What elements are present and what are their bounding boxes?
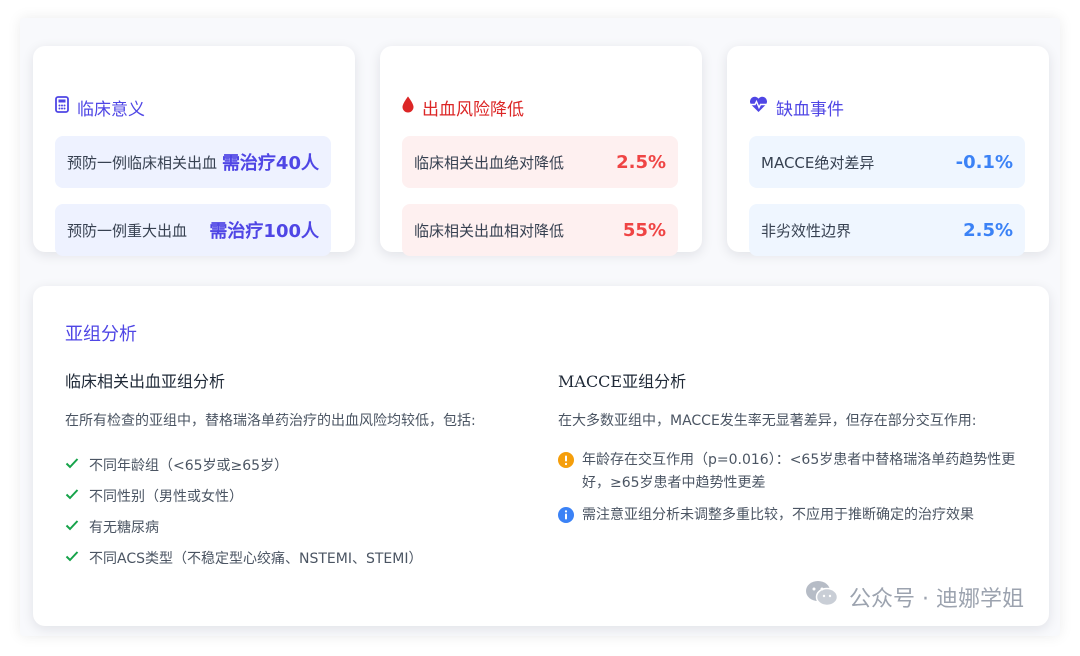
stat-value: 需治疗40人 — [221, 153, 319, 174]
list-item: 年龄存在交互作用（p=0.016）：<65岁患者中替格瑞洛单药趋势性更好，≥65… — [558, 449, 1028, 495]
card-title-text: 缺血事件 — [776, 100, 844, 120]
subgroup-list: 不同年龄组（<65岁或≥65岁） 不同性别（男性或女性） 有无糖尿病 不同ACS… — [65, 449, 525, 573]
list-item: 需注意亚组分析未调整多重比较，不应用于推断确定的治疗效果 — [558, 504, 1028, 531]
list-item-text: 年龄存在交互作用（p=0.016）：<65岁患者中替格瑞洛单药趋势性更好，≥65… — [582, 452, 1016, 491]
ischemic-events-card: 缺血事件 MACCE绝对差异 -0.1% 非劣效性边界 2.5% — [727, 46, 1049, 256]
warning-icon — [558, 452, 574, 495]
check-icon — [65, 519, 79, 535]
stat-value: 需治疗100人 — [209, 221, 319, 242]
stat-row: 预防一例重大出血 需治疗100人 — [55, 204, 331, 256]
stat-label: 预防一例临床相关出血 — [67, 153, 218, 172]
stat-label: 临床相关出血相对降低 — [414, 221, 565, 240]
macce-subgroup-column: MACCE亚组分析 在大多数亚组中，MACCE发生率无显著差异，但存在部分交互作… — [558, 368, 1028, 540]
stat-label: MACCE绝对差异 — [761, 153, 875, 172]
check-icon — [65, 488, 79, 504]
card-title: 临床意义 — [55, 94, 145, 120]
card-title: 缺血事件 — [749, 94, 844, 120]
subgroup-analysis-card: 亚组分析 临床相关出血亚组分析 在所有检查的亚组中，替格瑞洛单药治疗的出血风险均… — [33, 286, 1049, 626]
stat-value: 2.5% — [963, 219, 1013, 241]
column-heading: 临床相关出血亚组分析 — [65, 372, 226, 391]
list-item: 有无糖尿病 — [65, 511, 525, 542]
column-description: 在所有检查的亚组中，替格瑞洛单药治疗的出血风险均较低，包括: — [65, 413, 476, 429]
clinical-significance-card: 临床意义 预防一例临床相关出血 需治疗40人 预防一例重大出血 需治疗100人 — [33, 46, 355, 256]
card-title-text: 出血风险降低 — [422, 100, 524, 120]
list-item-text: 不同ACS类型（不稳定型心绞痛、NSTEMI、STEMI） — [89, 550, 423, 567]
bleeding-risk-card: 出血风险降低 临床相关出血绝对降低 2.5% 临床相关出血相对降低 55% — [380, 46, 702, 256]
stat-row: 临床相关出血绝对降低 2.5% — [402, 136, 678, 188]
check-icon — [65, 457, 79, 473]
calculator-icon — [55, 95, 69, 118]
wechat-icon — [805, 580, 839, 614]
list-item-text: 不同性别（男性或女性） — [89, 488, 243, 505]
stat-row: 临床相关出血相对降低 55% — [402, 204, 678, 256]
list-item-text: 有无糖尿病 — [89, 519, 159, 536]
stat-value: 55% — [622, 219, 666, 241]
card-title-text: 临床意义 — [77, 100, 145, 120]
info-icon — [558, 507, 574, 531]
list-item: 不同性别（男性或女性） — [65, 480, 525, 511]
stat-label: 临床相关出血绝对降低 — [414, 153, 565, 172]
stat-label: 非劣效性边界 — [761, 221, 852, 240]
card-title: 出血风险降低 — [402, 94, 524, 120]
stat-row: 预防一例临床相关出血 需治疗40人 — [55, 136, 331, 188]
column-heading: MACCE亚组分析 — [558, 372, 687, 391]
page-frame: 临床意义 预防一例临床相关出血 需治疗40人 预防一例重大出血 需治疗100人 … — [20, 18, 1060, 636]
list-item-text: 不同年龄组（<65岁或≥65岁） — [89, 457, 289, 474]
stat-value: 2.5% — [616, 151, 666, 173]
list-item: 不同ACS类型（不稳定型心绞痛、NSTEMI、STEMI） — [65, 542, 525, 573]
heartbeat-icon — [749, 96, 768, 118]
section-title: 亚组分析 — [65, 324, 137, 345]
column-description: 在大多数亚组中，MACCE发生率无显著差异，但存在部分交互作用: — [558, 413, 977, 429]
stat-value: -0.1% — [955, 151, 1013, 173]
note-list: 年龄存在交互作用（p=0.016）：<65岁患者中替格瑞洛单药趋势性更好，≥65… — [558, 449, 1028, 531]
stat-row: MACCE绝对差异 -0.1% — [749, 136, 1025, 188]
stat-label: 预防一例重大出血 — [67, 221, 188, 240]
watermark: 公众号 · 迪娜学姐 — [805, 580, 1024, 614]
blood-drop-icon — [402, 96, 414, 118]
list-item-text: 需注意亚组分析未调整多重比较，不应用于推断确定的治疗效果 — [582, 507, 974, 523]
bleeding-subgroup-column: 临床相关出血亚组分析 在所有检查的亚组中，替格瑞洛单药治疗的出血风险均较低，包括… — [65, 368, 525, 573]
stat-row: 非劣效性边界 2.5% — [749, 204, 1025, 256]
list-item: 不同年龄组（<65岁或≥65岁） — [65, 449, 525, 480]
check-icon — [65, 550, 79, 566]
watermark-text: 公众号 · 迪娜学姐 — [849, 587, 1024, 612]
